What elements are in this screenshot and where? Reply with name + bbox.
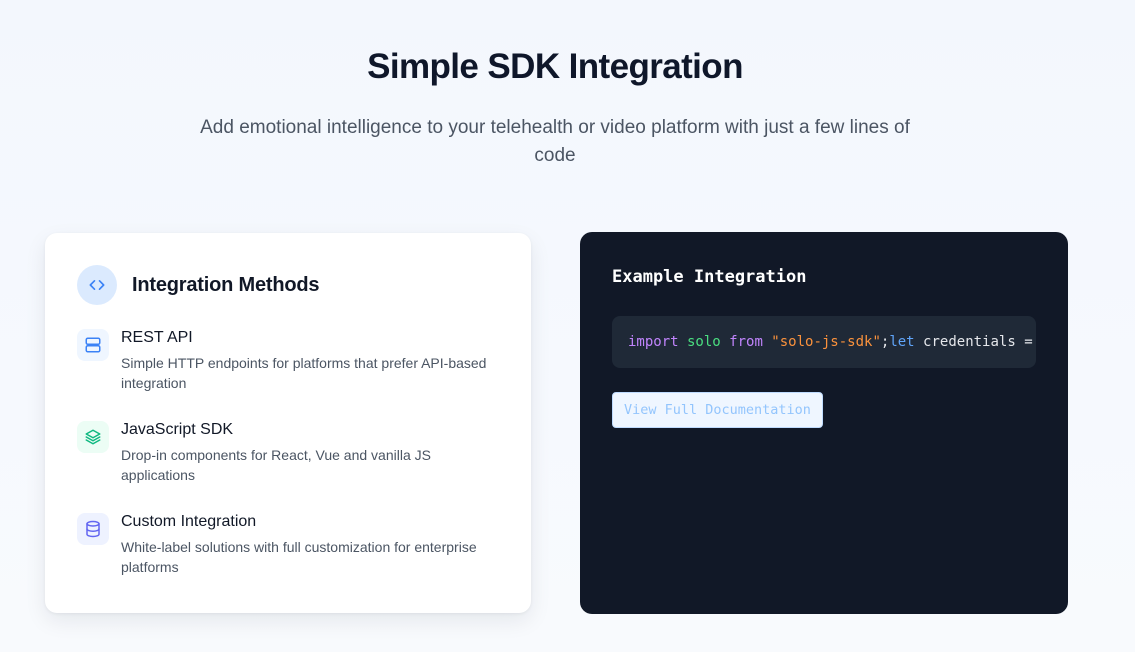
example-integration-card: Example Integration import solo from "so… (580, 232, 1068, 614)
code-token-string: "solo-js-sdk" (762, 334, 881, 350)
method-description: Simple HTTP endpoints for platforms that… (121, 355, 487, 391)
code-token-solo: solo (678, 334, 730, 350)
method-name: REST API (121, 329, 193, 346)
method-description: Drop-in components for React, Vue and va… (121, 447, 431, 483)
database-icon (77, 513, 109, 545)
code-token-import: import (628, 334, 679, 350)
method-rest-api: REST API Simple HTTP endpoints for platf… (77, 329, 507, 393)
methods-title: Integration Methods (132, 273, 320, 296)
server-icon (77, 329, 109, 361)
page-subtitle: Add emotional intelligence to your teleh… (200, 117, 910, 166)
code-snippet: import solo from "solo-js-sdk";let crede… (612, 316, 1036, 368)
methods-header: Integration Methods (77, 265, 320, 305)
code-token-let: let (889, 334, 915, 350)
view-documentation-button[interactable]: View Full Documentation (612, 392, 823, 428)
code-token-credentials: credentials = (914, 334, 1036, 350)
layers-icon (77, 421, 109, 453)
integration-methods-card: Integration Methods REST API Simple HTTP… (45, 233, 531, 613)
method-custom-integration: Custom Integration White-label solutions… (77, 513, 507, 577)
page-title: Simple SDK Integration (367, 47, 743, 86)
method-name: Custom Integration (121, 513, 257, 530)
code-title: Example Integration (612, 267, 807, 287)
code-token-from: from (729, 334, 763, 350)
method-description: White-label solutions with full customiz… (121, 539, 477, 575)
method-javascript-sdk: JavaScript SDK Drop-in components for Re… (77, 421, 507, 485)
method-name: JavaScript SDK (121, 421, 234, 438)
code-brackets-icon (77, 265, 117, 305)
